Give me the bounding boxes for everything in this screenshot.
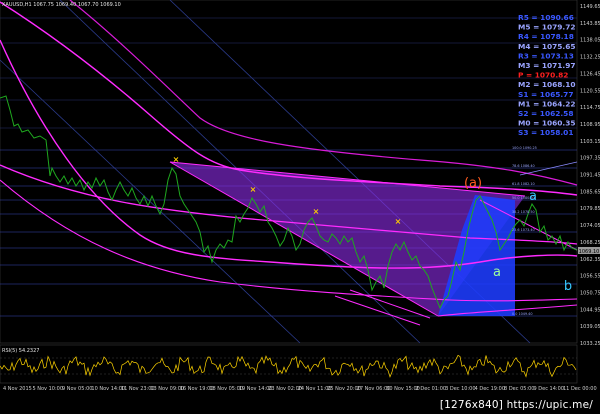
price-tick-label: 1108.95 xyxy=(580,122,600,128)
time-tick-label: 3 Dec 10:00 xyxy=(445,386,475,392)
pivot-level-label: M2 = 1068.10 xyxy=(518,80,576,89)
fib-label: 61.8 1082.10 xyxy=(512,182,535,186)
pivot-level-label: S3 = 1058.01 xyxy=(518,128,573,137)
price-tick-label: 1126.45 xyxy=(580,71,600,77)
watermark: [1276x840] https://upic.me/ xyxy=(436,398,596,412)
price-tick-label: 1033.25 xyxy=(580,341,600,347)
pivot-level-label: M5 = 1079.72 xyxy=(518,23,576,32)
current-price-label: 1069.10 xyxy=(579,249,600,255)
time-tick-label: 5 Nov 10:00 xyxy=(32,386,63,392)
wave-label-b: b xyxy=(564,279,572,294)
fib-label: 100.0 1090.25 xyxy=(512,146,537,150)
pivot-level-label: R3 = 1073.13 xyxy=(518,51,574,60)
price-tick-label: 1068.25 xyxy=(580,240,600,246)
fib-label: 50.0 1080.30 xyxy=(512,196,535,200)
pivot-level-label: R5 = 1090.66 xyxy=(518,13,574,22)
fib-label: 0.0 1049.40 xyxy=(512,312,533,316)
price-tick-label: 1085.65 xyxy=(580,189,600,195)
fib-label: 23.6 1073.40 xyxy=(512,228,535,232)
price-tick-label: 1079.85 xyxy=(580,206,600,212)
swing-marker: × xyxy=(250,185,257,194)
swing-marker: × xyxy=(395,217,402,226)
time-tick-label: 9 Nov 05:00 xyxy=(62,386,93,392)
fib-label: 78.6 1086.40 xyxy=(512,164,535,168)
price-axis: 1149.65 1143.85 1138.05 1132.25 1126.45 1120.… xyxy=(580,4,600,347)
price-tick-label: 1056.55 xyxy=(580,274,600,280)
price-tick-label: 1103.15 xyxy=(580,139,600,145)
pivot-level-label: M1 = 1064.22 xyxy=(518,99,576,108)
oscillator-label: RSI(5) 54.2327 xyxy=(2,348,39,354)
price-tick-label: 1149.65 xyxy=(580,4,600,10)
price-tick-label: 1120.55 xyxy=(580,88,600,94)
time-tick-label: 4 Dec 19:00 xyxy=(475,386,505,392)
time-tick-label: 4 Nov 2015 xyxy=(3,386,32,392)
chart-canvas: × × × × (a) a a b 100.0 1090.25 78.6 108… xyxy=(0,0,600,392)
time-tick-label: 2 Dec 01:00 xyxy=(416,386,446,392)
time-tick-label: 11 Dec 00:00 xyxy=(563,386,597,392)
oscillator-frame xyxy=(0,344,578,384)
price-tick-label: 1074.05 xyxy=(580,223,600,229)
time-tick-label: 9 Dec 14:00 xyxy=(534,386,564,392)
price-tick-label: 1114.75 xyxy=(580,105,600,111)
price-tick-label: 1091.45 xyxy=(580,173,600,179)
price-tick-label: 1044.95 xyxy=(580,307,600,313)
fib-label: 38.2 1078.50 xyxy=(512,210,535,214)
price-tick-label: 1138.05 xyxy=(580,38,600,44)
pivot-level-label: M4 = 1075.65 xyxy=(518,42,576,51)
swing-marker: × xyxy=(313,207,320,216)
pivot-level-label: R4 = 1078.18 xyxy=(518,32,574,41)
wave-label-a-green: a xyxy=(493,265,501,280)
swing-marker: × xyxy=(173,155,180,164)
price-tick-label: 1097.35 xyxy=(580,156,600,162)
time-tick-label: 8 Dec 05:00 xyxy=(504,386,534,392)
price-tick-label: 1039.05 xyxy=(580,324,600,330)
pivot-level-label: M3 = 1071.97 xyxy=(518,61,576,70)
symbol-header: XAUUSD,H1 1067.75 1069.40 1067.70 1069.1… xyxy=(2,2,121,8)
wave-label-a-paren: (a) xyxy=(464,176,482,191)
price-tick-label: 1143.85 xyxy=(580,21,600,27)
price-tick-label: 1050.75 xyxy=(580,290,600,296)
pivot-level-list: R5 = 1090.66M5 = 1079.72R4 = 1078.18M4 =… xyxy=(518,13,576,137)
time-axis: 4 Nov 2015 5 Nov 10:009 Nov 05:0010 Nov 1… xyxy=(3,386,597,392)
price-tick-label: 1062.35 xyxy=(580,257,600,263)
price-tick-label: 1132.25 xyxy=(580,55,600,61)
pivot-level-label: M0 = 1060.35 xyxy=(518,119,576,128)
pivot-level-label: S1 = 1065.77 xyxy=(518,90,573,99)
pivot-level-label: S2 = 1062.58 xyxy=(518,109,573,118)
pivot-level-label: P = 1070.82 xyxy=(518,71,568,80)
